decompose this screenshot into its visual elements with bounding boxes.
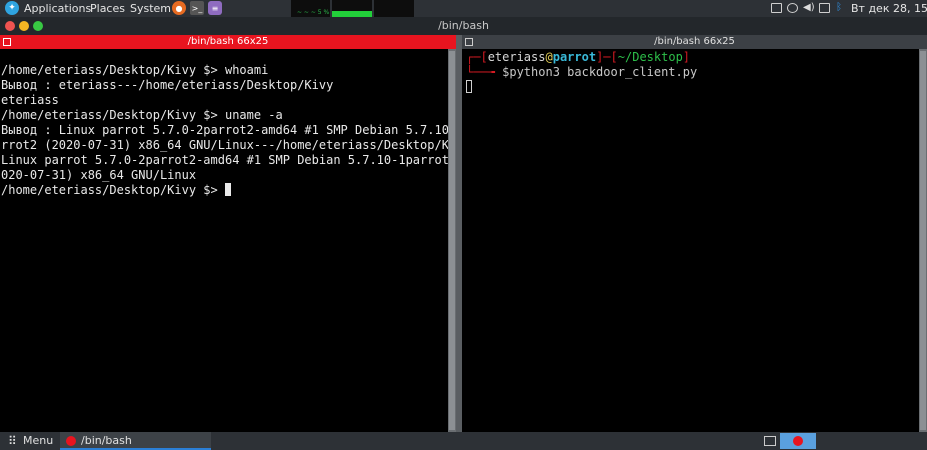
terminal-app-icon xyxy=(66,436,76,446)
terminal-line: Вывод : Linux parrot 5.7.0-2parrot2-amd6… xyxy=(1,123,478,137)
terminal-line: eteriass xyxy=(1,93,59,107)
workspace-switcher[interactable] xyxy=(780,433,816,449)
terminal-pane-right[interactable]: /bin/bash 66x25 ┌─[eteriass@parrot]─[~/D… xyxy=(462,35,927,432)
terminal-line: Вывод : eteriass---/home/eteriass/Deskto… xyxy=(1,78,334,92)
terminal-prompt: /home/eteriass/Desktop/Kivy $> xyxy=(1,183,225,197)
text-editor-icon[interactable]: ≡ xyxy=(208,1,222,15)
bottom-panel: ⠿ Menu /bin/bash xyxy=(0,432,927,450)
menu-places[interactable]: Places xyxy=(90,0,125,17)
terminal-output-left[interactable]: /home/eteriass/Desktop/Kivy $> whoami Вы… xyxy=(1,63,478,198)
split-pane-icon[interactable] xyxy=(465,38,473,46)
clock[interactable]: Вт дек 28, 15:06 xyxy=(851,0,927,17)
workspace-window-icon xyxy=(793,436,803,446)
terminal-line: Linux parrot 5.7.0-2parrot2-amd64 #1 SMP… xyxy=(1,153,478,167)
volume-icon[interactable]: ◀) xyxy=(803,3,815,13)
terminal-pane-left[interactable]: /bin/bash 66x25 /home/eteriass/Desktop/K… xyxy=(0,35,478,432)
show-desktop-icon[interactable] xyxy=(764,436,776,446)
terminal-line: /home/eteriass/Desktop/Kivy $> whoami xyxy=(1,63,269,77)
scrollbar-right[interactable] xyxy=(919,49,927,432)
keyboard-icon[interactable] xyxy=(771,3,782,13)
taskbar-item-bash[interactable]: /bin/bash xyxy=(60,432,211,450)
bluetooth-icon[interactable]: ᛒ xyxy=(836,3,847,13)
shield-icon[interactable] xyxy=(787,3,798,13)
prompt-user: eteriass xyxy=(487,50,546,64)
prompt-at: @ xyxy=(545,50,553,64)
terminal-line: /home/eteriass/Desktop/Kivy $> uname -a xyxy=(1,108,283,122)
pane-title-right: /bin/bash 66x25 xyxy=(654,36,735,47)
pane-title-left: /bin/bash 66x25 xyxy=(187,36,269,47)
terminal-output-right[interactable]: ┌─[eteriass@parrot]─[~/Desktop] └──╼ $py… xyxy=(466,50,697,95)
cpu-monitor: ~ ~ ~ 5 % xyxy=(291,0,330,17)
prompt-corner-bottom: └──╼ xyxy=(466,65,503,79)
pane-header-right[interactable]: /bin/bash 66x25 xyxy=(462,35,927,49)
window-title: /bin/bash xyxy=(438,19,489,32)
prompt-host: parrot xyxy=(552,50,597,64)
terminal-command: $python3 backdoor_client.py xyxy=(502,65,698,79)
memory-monitor xyxy=(332,0,372,17)
menu-applications[interactable]: Applications xyxy=(24,0,91,17)
terminal-launcher-icon[interactable]: >_ xyxy=(190,1,204,15)
terminal-line: rrot2 (2020-07-31) x86_64 GNU/Linux---/h… xyxy=(1,138,471,152)
taskbar-item-label: /bin/bash xyxy=(81,434,132,447)
text-cursor xyxy=(466,80,472,93)
prompt-path: ~/Desktop xyxy=(617,50,683,64)
prompt-separator: ]─[ xyxy=(596,50,618,64)
window-titlebar[interactable]: /bin/bash xyxy=(0,17,927,35)
menu-system[interactable]: System xyxy=(130,0,171,17)
scrollbar-left[interactable] xyxy=(448,49,456,432)
terminal-line: 020-07-31) x86_64 GNU/Linux xyxy=(1,168,197,182)
monitor-icon[interactable] xyxy=(819,3,830,13)
prompt-corner-top: ┌─[ xyxy=(466,50,488,64)
parrot-logo-icon[interactable]: ✦ xyxy=(5,1,19,15)
network-monitor xyxy=(374,0,414,17)
menu-button[interactable]: Menu xyxy=(23,432,53,450)
prompt-bracket-close: ] xyxy=(682,50,691,64)
menu-grid-icon[interactable]: ⠿ xyxy=(8,432,17,450)
split-pane-icon[interactable] xyxy=(3,38,11,46)
cpu-monitor-label: ~ ~ ~ 5 % xyxy=(297,9,330,16)
firefox-icon[interactable]: ● xyxy=(172,1,186,15)
text-cursor xyxy=(224,183,231,196)
top-panel: ✦ Applications Places System ● >_ ≡ ~ ~ … xyxy=(0,0,927,17)
pane-header-left[interactable]: /bin/bash 66x25 xyxy=(0,35,456,49)
